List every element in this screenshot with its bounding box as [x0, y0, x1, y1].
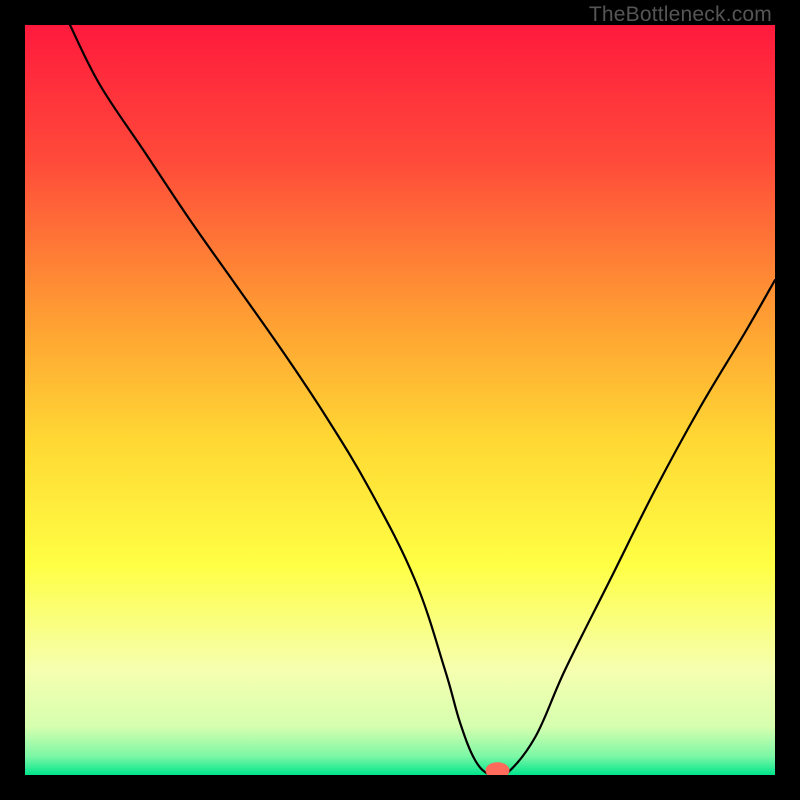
watermark-label: TheBottleneck.com [589, 3, 772, 27]
chart-background [25, 25, 775, 775]
chart-frame: TheBottleneck.com [0, 0, 800, 800]
chart-svg [25, 25, 775, 775]
plot-area [25, 25, 775, 775]
